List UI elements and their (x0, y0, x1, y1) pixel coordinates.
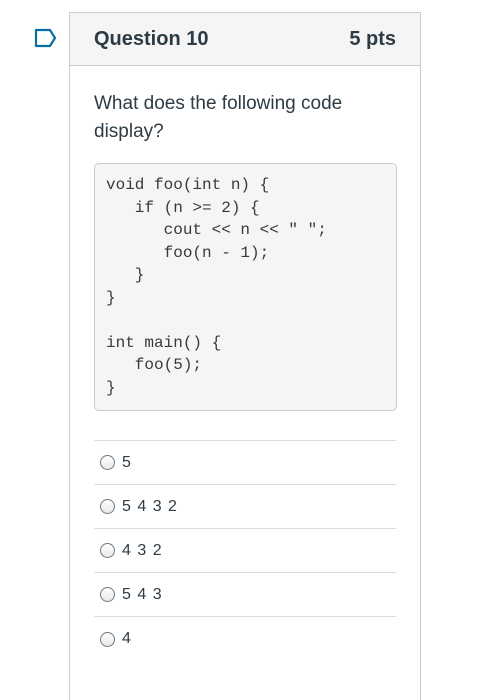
code-line: } (106, 288, 116, 307)
answer-option-3[interactable]: 4 3 2 (94, 529, 396, 573)
code-line: foo(5); (106, 356, 203, 374)
question-card: Question 10 5 pts What does the followin… (69, 12, 421, 700)
code-line: } (106, 266, 145, 284)
question-points: 5 pts (349, 27, 396, 50)
code-line: if (n >= 2) { (106, 198, 260, 217)
question-prompt: What does the following code display? (94, 93, 343, 142)
code-line: foo(n - 1); (106, 243, 270, 262)
question-body: What does the following code display? vo… (70, 66, 420, 661)
question-title: Question 10 (94, 27, 209, 50)
answer-label[interactable]: 5 4 3 2 (122, 498, 178, 516)
question-header: Question 10 5 pts (70, 13, 420, 66)
answer-label[interactable]: 4 (122, 630, 132, 648)
code-line: } (106, 378, 116, 397)
radio-button[interactable] (100, 543, 115, 558)
code-block: void foo(int n) { if (n >= 2) { cout << … (94, 163, 397, 411)
code-line: int main() { (106, 333, 222, 352)
radio-button[interactable] (100, 631, 115, 647)
radio-button[interactable] (100, 499, 115, 514)
answer-label[interactable]: 4 3 2 (122, 542, 163, 560)
flag-question-icon[interactable] (34, 28, 58, 48)
answer-label[interactable]: 5 4 3 (122, 586, 163, 604)
answer-option-4[interactable]: 5 4 3 (94, 573, 396, 617)
radio-button[interactable] (100, 587, 115, 602)
radio-button[interactable] (100, 455, 115, 470)
answer-option-1[interactable]: 5 (94, 441, 396, 485)
code-line: void foo(int n) { (106, 176, 270, 194)
answer-label[interactable]: 5 (122, 454, 132, 472)
answer-option-2[interactable]: 5 4 3 2 (94, 485, 396, 529)
code-line: cout << n << " "; (106, 221, 327, 239)
answer-option-5[interactable]: 4 (94, 617, 396, 661)
answer-list: 5 5 4 3 2 4 3 2 5 4 3 4 (94, 440, 396, 661)
